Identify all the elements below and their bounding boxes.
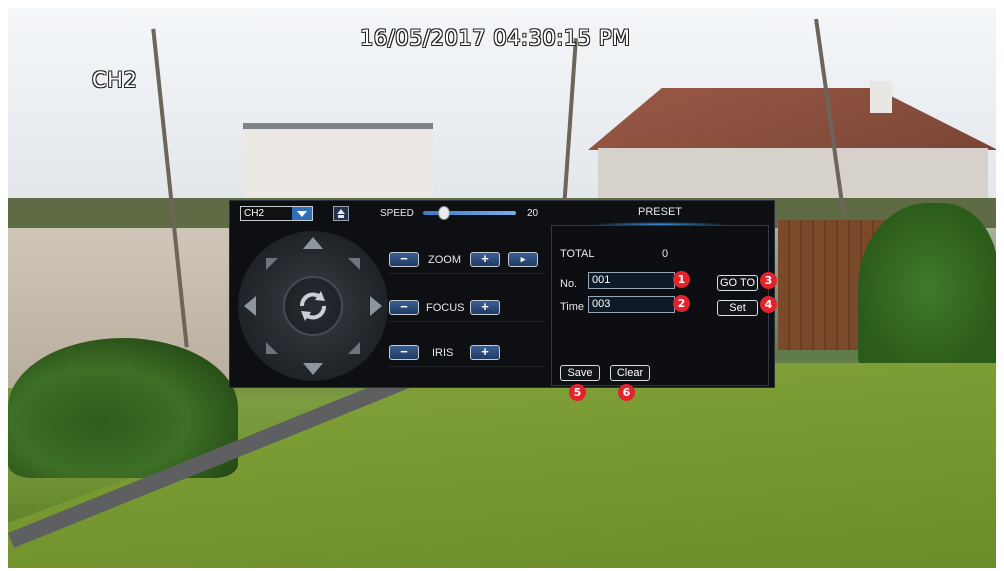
refresh-icon (300, 291, 326, 321)
pan-left-arrow-icon[interactable] (244, 296, 256, 316)
zoom-label: ZOOM (428, 254, 461, 266)
callout-badge: 6 (618, 384, 635, 401)
auto-scan-button[interactable] (283, 276, 343, 336)
direction-pad (238, 231, 388, 381)
ptz-control-panel: CH2 SPEED 20 − ZOOM + ▸ − FOCUS + − IRIS… (229, 200, 775, 388)
pan-down-right-arrow-icon[interactable] (348, 342, 360, 354)
focus-row: − FOCUS + (388, 296, 546, 322)
preset-no-label: No. (560, 278, 578, 290)
house-left (243, 123, 433, 208)
callout-badge: 1 (673, 271, 690, 288)
iris-row: − IRIS + (388, 341, 546, 367)
osd-channel-label: CH2 (92, 68, 138, 92)
pan-up-arrow-icon[interactable] (303, 237, 323, 249)
channel-select[interactable]: CH2 (240, 206, 313, 221)
ptz-toolbar: CH2 SPEED 20 (230, 201, 550, 225)
chimney (870, 81, 892, 113)
zoom-row: − ZOOM + ▸ (388, 248, 546, 274)
focus-minus-button[interactable]: − (389, 300, 419, 315)
iris-minus-button[interactable]: − (389, 345, 419, 360)
chevron-down-icon[interactable] (292, 207, 312, 220)
set-button[interactable]: Set (717, 300, 758, 316)
preset-title: PRESET (637, 206, 682, 218)
pan-down-arrow-icon[interactable] (303, 363, 323, 375)
total-label: TOTAL (560, 248, 595, 260)
speed-label: SPEED (380, 208, 414, 219)
focus-label: FOCUS (426, 302, 465, 314)
zoom-out-button[interactable]: − (389, 252, 419, 267)
pan-down-left-arrow-icon[interactable] (266, 342, 278, 354)
go-to-button[interactable]: GO TO (717, 275, 758, 291)
callout-badge: 5 (569, 384, 586, 401)
preset-time-label: Time (560, 301, 585, 313)
speed-slider[interactable] (423, 211, 516, 215)
total-value: 0 (662, 248, 669, 260)
pan-up-right-arrow-icon[interactable] (348, 258, 360, 270)
clear-button[interactable]: Clear (610, 365, 650, 381)
save-button[interactable]: Save (560, 365, 600, 381)
zoom-in-button[interactable]: + (470, 252, 500, 267)
iris-label: IRIS (432, 347, 454, 359)
shrub-right (858, 203, 996, 373)
channel-select-value: CH2 (244, 208, 265, 219)
preset-no-input[interactable]: 001 (588, 272, 675, 289)
preset-panel: TOTAL 0 No. 001 Time 003 GO TO Set Save … (551, 225, 769, 386)
pan-up-left-arrow-icon[interactable] (266, 258, 278, 270)
zoom-next-button[interactable]: ▸ (508, 252, 538, 267)
preset-time-input[interactable]: 003 (588, 296, 675, 313)
speed-value: 20 (527, 208, 539, 219)
callout-badge: 2 (673, 295, 690, 312)
speed-slider-handle[interactable] (438, 206, 450, 220)
callout-badge: 4 (760, 296, 777, 313)
home-position-button[interactable] (333, 206, 349, 221)
focus-plus-button[interactable]: + (470, 300, 500, 315)
callout-badge: 3 (760, 272, 777, 289)
osd-datetime: 16/05/2017 04:30:15 PM (360, 26, 631, 50)
iris-plus-button[interactable]: + (470, 345, 500, 360)
pan-right-arrow-icon[interactable] (370, 296, 382, 316)
